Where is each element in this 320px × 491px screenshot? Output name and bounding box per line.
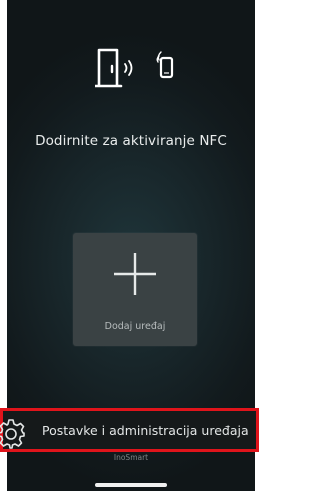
home-indicator[interactable] <box>95 483 167 487</box>
settings-button[interactable]: Postavke i administracija uređaja <box>0 408 259 452</box>
gear-icon <box>0 417 27 449</box>
nfc-activate-prompt[interactable]: Dodirnite za aktiviranje NFC <box>7 133 255 149</box>
plus-icon <box>73 233 197 313</box>
add-device-button[interactable]: Dodaj uređaj <box>73 233 197 346</box>
settings-label: Postavke i administracija uređaja <box>42 423 249 438</box>
brand-footer: InoSmart <box>113 453 149 462</box>
app-screen: Dodirnite za aktiviranje NFC Dodaj uređa… <box>0 0 262 491</box>
nfc-icon <box>93 46 175 90</box>
add-device-label: Dodaj uređaj <box>104 321 166 332</box>
